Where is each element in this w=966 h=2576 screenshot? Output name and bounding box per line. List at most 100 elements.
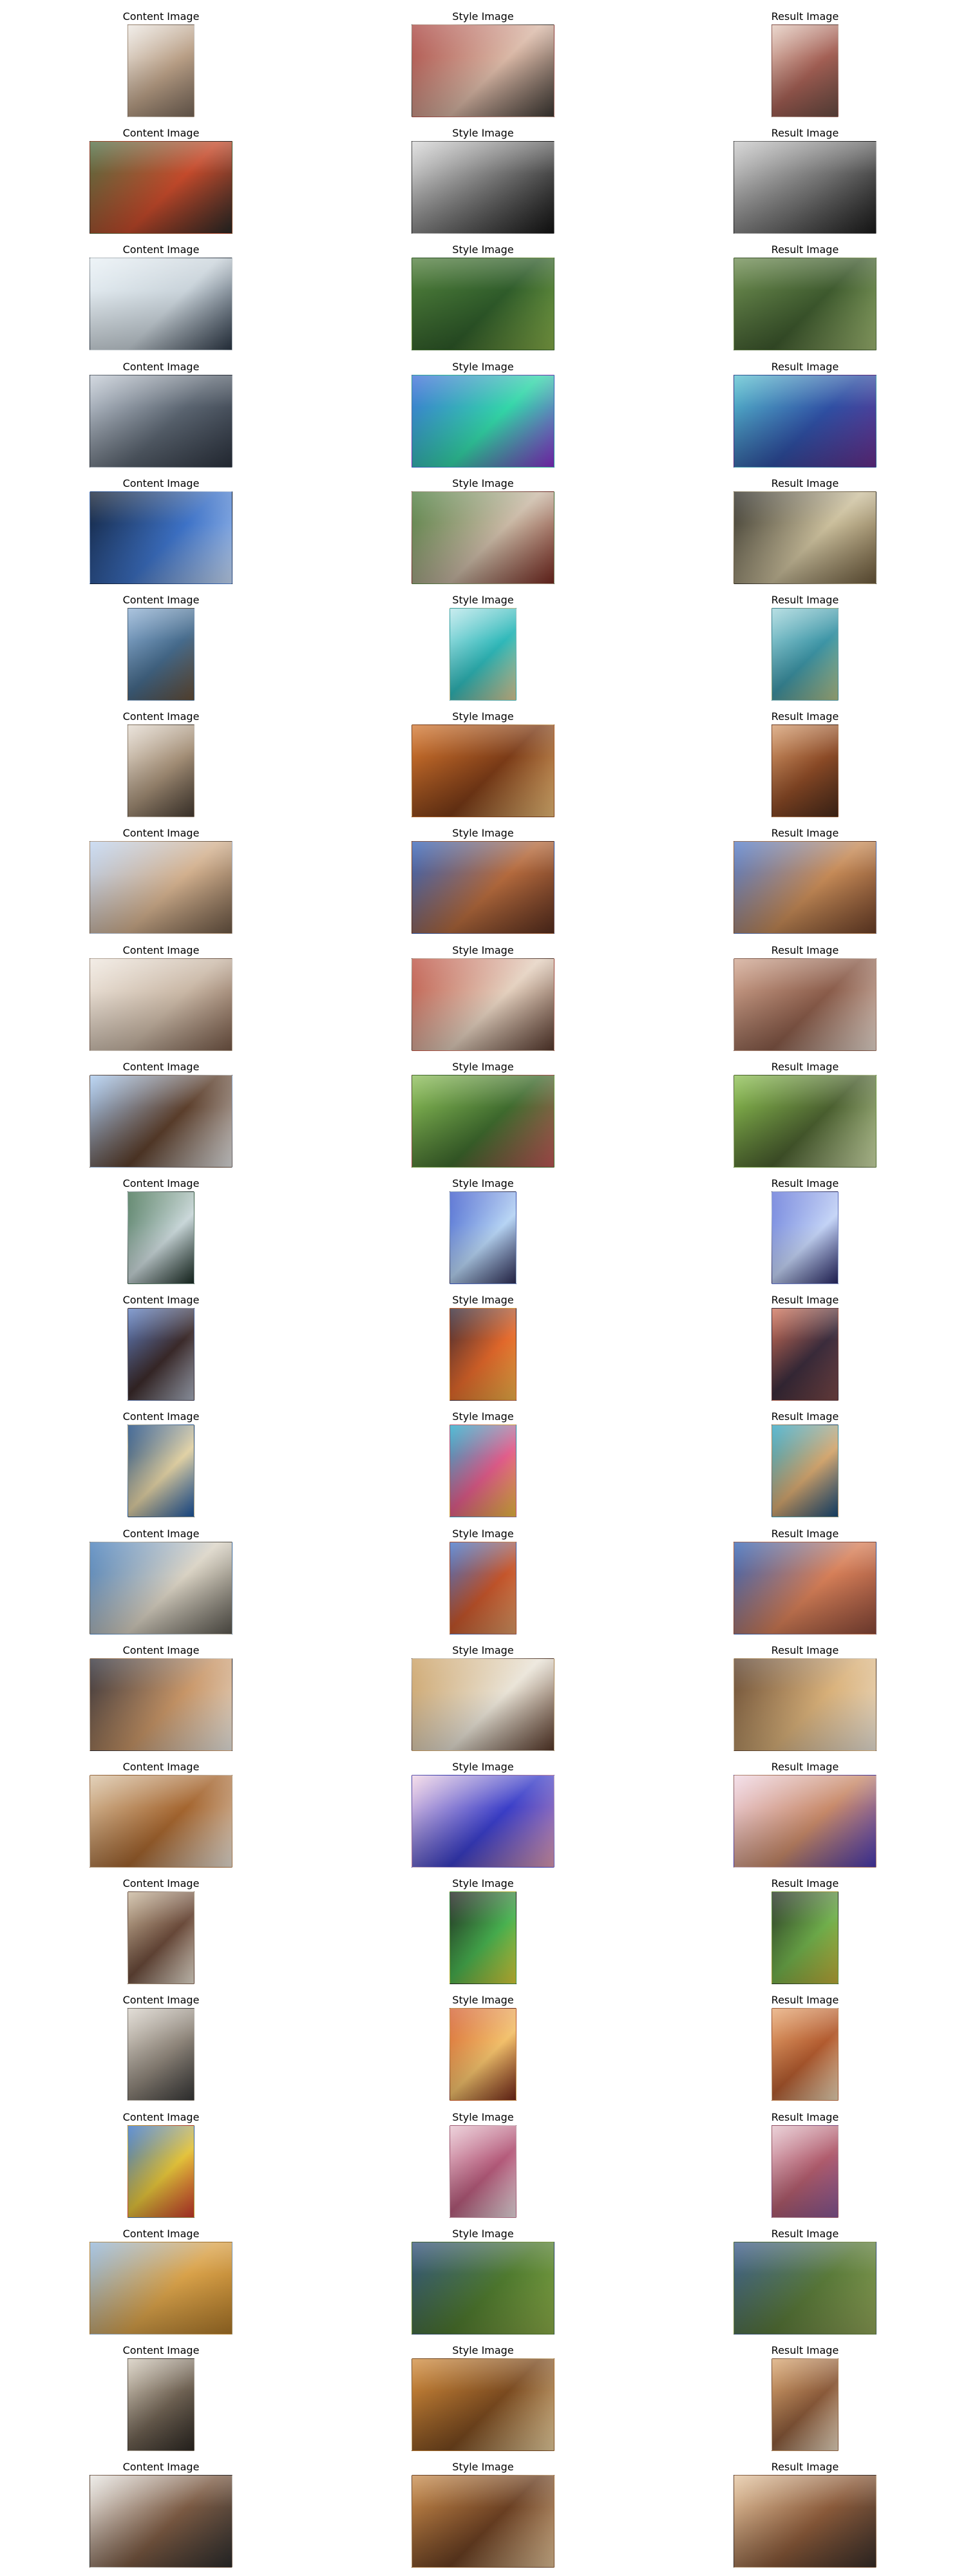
result-image-caption: Result Image <box>771 1060 839 1073</box>
result-cell: Result Image <box>644 1757 966 1873</box>
content-image <box>128 1891 194 1985</box>
result-image <box>734 2475 876 2568</box>
content-image <box>128 24 194 117</box>
style-image <box>450 2125 516 2218</box>
result-image <box>772 1191 838 1284</box>
style-image <box>412 2475 554 2568</box>
result-cell: Result Image <box>644 823 966 940</box>
style-image-caption: Style Image <box>452 943 514 956</box>
style-cell: Style Image <box>322 123 644 240</box>
comparison-row: Content Image Style Image Result Image <box>0 2224 966 2340</box>
content-cell: Content Image <box>0 2107 322 2224</box>
result-image-caption: Result Image <box>771 127 839 140</box>
comparison-row: Content Image Style Image Result Image <box>0 940 966 1057</box>
result-image-caption: Result Image <box>771 2344 839 2356</box>
style-image-caption: Style Image <box>452 2110 514 2123</box>
content-image-caption: Content Image <box>122 594 200 606</box>
content-image <box>128 1308 194 1401</box>
content-image-caption: Content Image <box>122 943 200 956</box>
style-cell: Style Image <box>322 473 644 590</box>
style-image <box>450 1425 516 1518</box>
style-image <box>412 1074 554 1168</box>
result-cell: Result Image <box>644 2340 966 2457</box>
content-cell: Content Image <box>0 940 322 1057</box>
result-cell: Result Image <box>644 1873 966 1990</box>
style-image-caption: Style Image <box>452 10 514 23</box>
style-image-caption: Style Image <box>452 827 514 840</box>
result-image-caption: Result Image <box>771 710 839 723</box>
comparison-row: Content Image Style Image Result Image <box>0 2107 966 2224</box>
content-cell: Content Image <box>0 240 322 356</box>
result-image-caption: Result Image <box>771 1877 839 1890</box>
style-image <box>412 724 554 818</box>
style-image-caption: Style Image <box>452 1177 514 1189</box>
result-image <box>734 1541 876 1634</box>
style-image-caption: Style Image <box>452 1877 514 1890</box>
content-cell: Content Image <box>0 123 322 240</box>
result-image-caption: Result Image <box>771 243 839 256</box>
comparison-row: Content Image Style Image Result Image <box>0 123 966 240</box>
result-cell: Result Image <box>644 1640 966 1757</box>
comparison-row: Content Image Style Image Result Image <box>0 1290 966 1406</box>
style-cell: Style Image <box>322 1406 644 1523</box>
content-cell: Content Image <box>0 2457 322 2573</box>
content-image-caption: Content Image <box>122 710 200 723</box>
style-image <box>412 491 554 584</box>
style-cell: Style Image <box>322 940 644 1057</box>
comparison-row: Content Image Style Image Result Image <box>0 1173 966 1290</box>
content-cell: Content Image <box>0 1290 322 1406</box>
result-image <box>772 2125 838 2218</box>
content-cell: Content Image <box>0 473 322 590</box>
content-image <box>90 491 232 584</box>
style-image-caption: Style Image <box>452 1410 514 1423</box>
style-image <box>412 374 554 468</box>
style-cell: Style Image <box>322 6 644 123</box>
content-image-caption: Content Image <box>122 1410 200 1423</box>
result-cell: Result Image <box>644 1406 966 1523</box>
content-image <box>90 1541 232 1634</box>
content-cell: Content Image <box>0 1524 322 1640</box>
style-cell: Style Image <box>322 2457 644 2573</box>
result-image-caption: Result Image <box>771 360 839 373</box>
result-cell: Result Image <box>644 590 966 706</box>
style-image-caption: Style Image <box>452 2344 514 2356</box>
style-cell: Style Image <box>322 823 644 940</box>
content-image-caption: Content Image <box>122 2110 200 2123</box>
result-cell: Result Image <box>644 1990 966 2107</box>
style-image <box>412 1658 554 1751</box>
result-image <box>734 374 876 468</box>
comparison-row: Content Image Style Image Result Image <box>0 1640 966 1757</box>
result-cell: Result Image <box>644 940 966 1057</box>
result-image-caption: Result Image <box>771 477 839 489</box>
content-cell: Content Image <box>0 1057 322 1173</box>
content-cell: Content Image <box>0 1873 322 1990</box>
style-image-caption: Style Image <box>452 1294 514 1307</box>
style-image-caption: Style Image <box>452 1060 514 1073</box>
content-image-caption: Content Image <box>122 243 200 256</box>
style-image <box>412 1775 554 1868</box>
content-image-caption: Content Image <box>122 2227 200 2240</box>
content-image-caption: Content Image <box>122 10 200 23</box>
content-image-caption: Content Image <box>122 1761 200 1773</box>
style-image <box>412 258 554 351</box>
content-image-caption: Content Image <box>122 1060 200 1073</box>
style-image-caption: Style Image <box>452 1994 514 2007</box>
content-image <box>128 608 194 701</box>
result-image <box>772 724 838 818</box>
result-image <box>772 24 838 117</box>
result-cell: Result Image <box>644 1290 966 1406</box>
result-cell: Result Image <box>644 6 966 123</box>
style-image-caption: Style Image <box>452 710 514 723</box>
result-image <box>734 958 876 1051</box>
result-image <box>734 258 876 351</box>
content-image <box>128 2008 194 2101</box>
content-cell: Content Image <box>0 1406 322 1523</box>
style-image <box>450 1541 516 1634</box>
result-cell: Result Image <box>644 706 966 823</box>
style-image <box>450 608 516 701</box>
comparison-row: Content Image Style Image Result Image <box>0 240 966 356</box>
result-image <box>734 141 876 234</box>
style-cell: Style Image <box>322 240 644 356</box>
content-image <box>90 1775 232 1868</box>
content-image <box>90 2475 232 2568</box>
